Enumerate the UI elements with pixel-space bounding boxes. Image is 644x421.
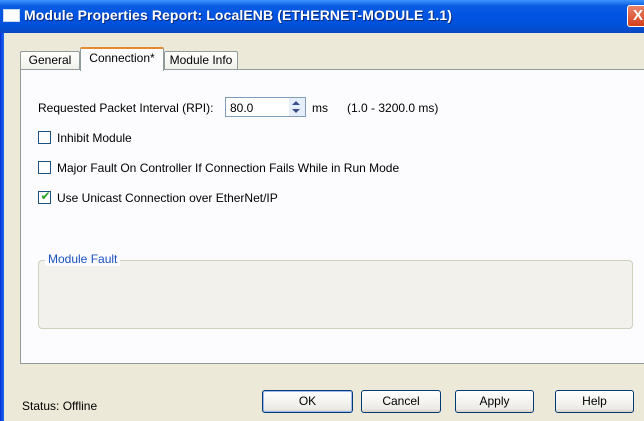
module-fault-title: Module Fault [45, 252, 121, 266]
close-button[interactable]: X [627, 5, 644, 27]
tab-general[interactable]: General [20, 51, 80, 70]
window-title: Module Properties Report: LocalENB (ETHE… [24, 7, 452, 23]
rpi-label: Requested Packet Interval (RPI): [38, 101, 214, 115]
inhibit-module-label: Inhibit Module [57, 131, 132, 145]
help-button[interactable]: Help [555, 390, 634, 413]
major-fault-checkbox[interactable] [38, 161, 51, 174]
rpi-input[interactable]: 80.0 [225, 97, 291, 117]
inhibit-module-checkbox[interactable] [38, 131, 51, 144]
unicast-label: Use Unicast Connection over EtherNet/IP [57, 191, 278, 205]
tab-module-info[interactable]: Module Info [164, 51, 238, 70]
check-mark-icon: ✔ [40, 189, 51, 203]
apply-button[interactable]: Apply [455, 390, 534, 413]
window-frame-left [0, 33, 4, 421]
spin-up-icon[interactable] [292, 101, 300, 105]
rpi-range: (1.0 - 3200.0 ms) [347, 101, 439, 115]
rpi-spinner[interactable] [289, 97, 306, 117]
module-fault-group [38, 260, 633, 329]
status-text: Status: Offline [22, 399, 98, 413]
cancel-button[interactable]: Cancel [361, 390, 441, 413]
unicast-checkbox[interactable]: ✔ [38, 189, 51, 204]
tab-connection[interactable]: Connection* [80, 47, 164, 71]
major-fault-label: Major Fault On Controller If Connection … [57, 161, 400, 175]
ok-button[interactable]: OK [262, 390, 353, 413]
rpi-unit: ms [312, 101, 328, 115]
spin-down-icon[interactable] [292, 109, 300, 113]
title-bar[interactable]: Module Properties Report: LocalENB (ETHE… [0, 0, 644, 33]
window-icon [3, 9, 20, 22]
